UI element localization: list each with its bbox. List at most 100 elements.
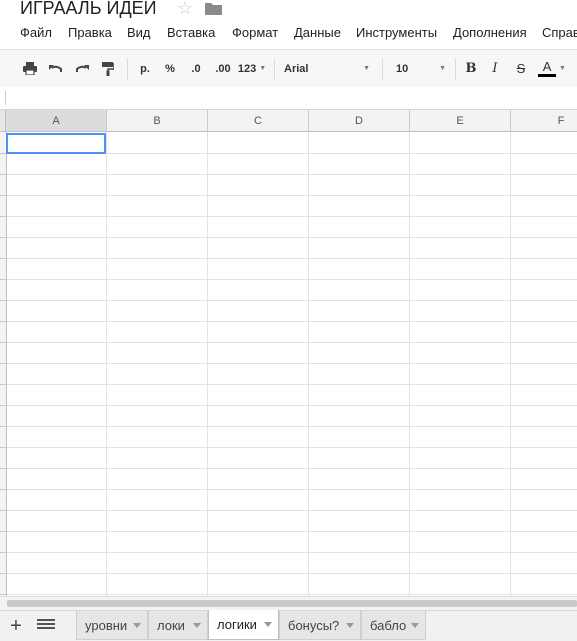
row-gridline	[7, 279, 577, 280]
menu-help[interactable]: Справ	[542, 25, 577, 40]
sheet-tabs-bar: + уровни локи логики бонусы? бабло	[0, 610, 577, 641]
undo-button[interactable]	[44, 50, 68, 87]
toolbar-separator	[382, 58, 383, 80]
add-sheet-button[interactable]: +	[7, 616, 25, 636]
text-color-icon: A	[538, 59, 557, 77]
menu-addons[interactable]: Дополнения	[453, 25, 527, 40]
font-size-dropdown[interactable]: 10 ▼	[396, 50, 446, 87]
chevron-down-icon: ▼	[559, 65, 566, 72]
chevron-down-icon[interactable]	[411, 623, 419, 628]
chevron-down-icon: ▼	[439, 65, 446, 72]
column-header-d[interactable]: D	[309, 110, 410, 132]
text-color-letter: A	[542, 59, 552, 74]
row-gridline	[7, 447, 577, 448]
column-header-b[interactable]: B	[107, 110, 208, 132]
star-icon[interactable]: ☆	[177, 0, 193, 19]
row-header-divider	[0, 447, 6, 448]
row-header-divider	[0, 174, 6, 175]
row-gridline	[7, 510, 577, 511]
folder-icon[interactable]	[205, 2, 222, 15]
redo-icon	[76, 64, 89, 72]
column-gridline	[308, 132, 309, 596]
toolbar-separator	[127, 58, 128, 80]
menu-view[interactable]: Вид	[127, 25, 151, 40]
title-bar: ИГРААЛЬ ИДЕИ ☆	[0, 0, 577, 20]
column-gridline	[510, 132, 511, 596]
row-header-divider	[0, 216, 6, 217]
percent-format-button[interactable]: %	[161, 50, 179, 87]
sheet-tab-money[interactable]: бабло	[361, 611, 426, 640]
row-gridline	[7, 300, 577, 301]
row-header-divider	[0, 489, 6, 490]
horizontal-scrollbar[interactable]	[0, 596, 577, 611]
paint-format-button[interactable]	[96, 50, 120, 87]
decrease-decimal-button[interactable]: .0	[186, 50, 206, 87]
currency-format-button[interactable]: р.	[136, 50, 154, 87]
print-icon	[23, 62, 37, 75]
menu-insert[interactable]: Вставка	[167, 25, 215, 40]
chevron-down-icon[interactable]	[193, 623, 201, 628]
row-header[interactable]	[0, 110, 7, 596]
scrollbar-thumb[interactable]	[7, 600, 577, 607]
document-title[interactable]: ИГРААЛЬ ИДЕИ	[20, 0, 157, 19]
row-header-divider	[0, 300, 6, 301]
menu-data[interactable]: Данные	[294, 25, 341, 40]
sheet-tab-label: бабло	[370, 617, 407, 633]
chevron-down-icon[interactable]	[133, 623, 141, 628]
undo-icon	[49, 64, 62, 72]
row-header-divider	[0, 342, 6, 343]
italic-button[interactable]: I	[486, 50, 504, 87]
increase-decimal-button[interactable]: .00	[211, 50, 235, 87]
row-gridline	[7, 552, 577, 553]
row-gridline	[7, 363, 577, 364]
row-gridline	[7, 594, 577, 595]
row-gridline	[7, 384, 577, 385]
row-header-divider	[0, 426, 6, 427]
column-header-e[interactable]: E	[410, 110, 511, 132]
row-header-divider	[0, 594, 6, 595]
column-header-a[interactable]: A	[6, 110, 107, 132]
row-gridline	[7, 174, 577, 175]
print-button[interactable]	[18, 50, 42, 87]
selected-cell-a1[interactable]	[6, 133, 106, 154]
row-gridline	[7, 195, 577, 196]
sheet-tab-logic-active[interactable]: логики	[208, 610, 279, 640]
chevron-down-icon: ▼	[363, 65, 370, 72]
paint-roller-icon	[102, 61, 114, 76]
column-header-c[interactable]: C	[208, 110, 309, 132]
all-sheets-menu-icon[interactable]	[37, 619, 55, 633]
row-gridline	[7, 342, 577, 343]
row-gridline	[7, 321, 577, 322]
strikethrough-button[interactable]: S	[512, 50, 530, 87]
sheet-tab-label: локи	[157, 617, 185, 633]
font-size-label: 10	[396, 62, 409, 75]
chevron-down-icon: ▼	[259, 65, 267, 72]
chevron-down-icon[interactable]	[264, 622, 272, 627]
menu-edit[interactable]: Правка	[68, 25, 112, 40]
sheet-tab-locations[interactable]: локи	[148, 611, 208, 640]
row-gridline	[7, 405, 577, 406]
row-gridline	[7, 531, 577, 532]
menu-tools[interactable]: Инструменты	[356, 25, 437, 40]
text-color-button[interactable]: A ▼	[535, 50, 569, 87]
menu-file[interactable]: Файл	[20, 25, 52, 40]
font-family-dropdown[interactable]: Arial ▼	[284, 50, 370, 87]
row-gridline	[7, 216, 577, 217]
toolbar-separator	[455, 58, 456, 80]
sheet-tab-bonuses[interactable]: бонусы?	[279, 611, 361, 640]
row-header-divider	[0, 510, 6, 511]
row-header-divider	[0, 468, 6, 469]
column-header-f[interactable]: F	[511, 110, 577, 132]
bold-button[interactable]: B	[462, 50, 480, 87]
redo-button[interactable]	[70, 50, 94, 87]
number-format-dropdown[interactable]: 123 ▼	[236, 50, 268, 87]
column-gridline	[106, 132, 107, 596]
chevron-down-icon[interactable]	[346, 623, 354, 628]
spreadsheet-grid[interactable]: A B C D E F	[0, 110, 577, 596]
row-gridline	[7, 489, 577, 490]
row-header-divider	[0, 237, 6, 238]
menu-format[interactable]: Формат	[232, 25, 278, 40]
sheet-tab-levels[interactable]: уровни	[76, 611, 148, 640]
formula-bar[interactable]	[0, 87, 577, 110]
toolbar: р. % .0 .00 123 ▼ Arial ▼ 10 ▼ B I S A ▼	[0, 49, 577, 88]
